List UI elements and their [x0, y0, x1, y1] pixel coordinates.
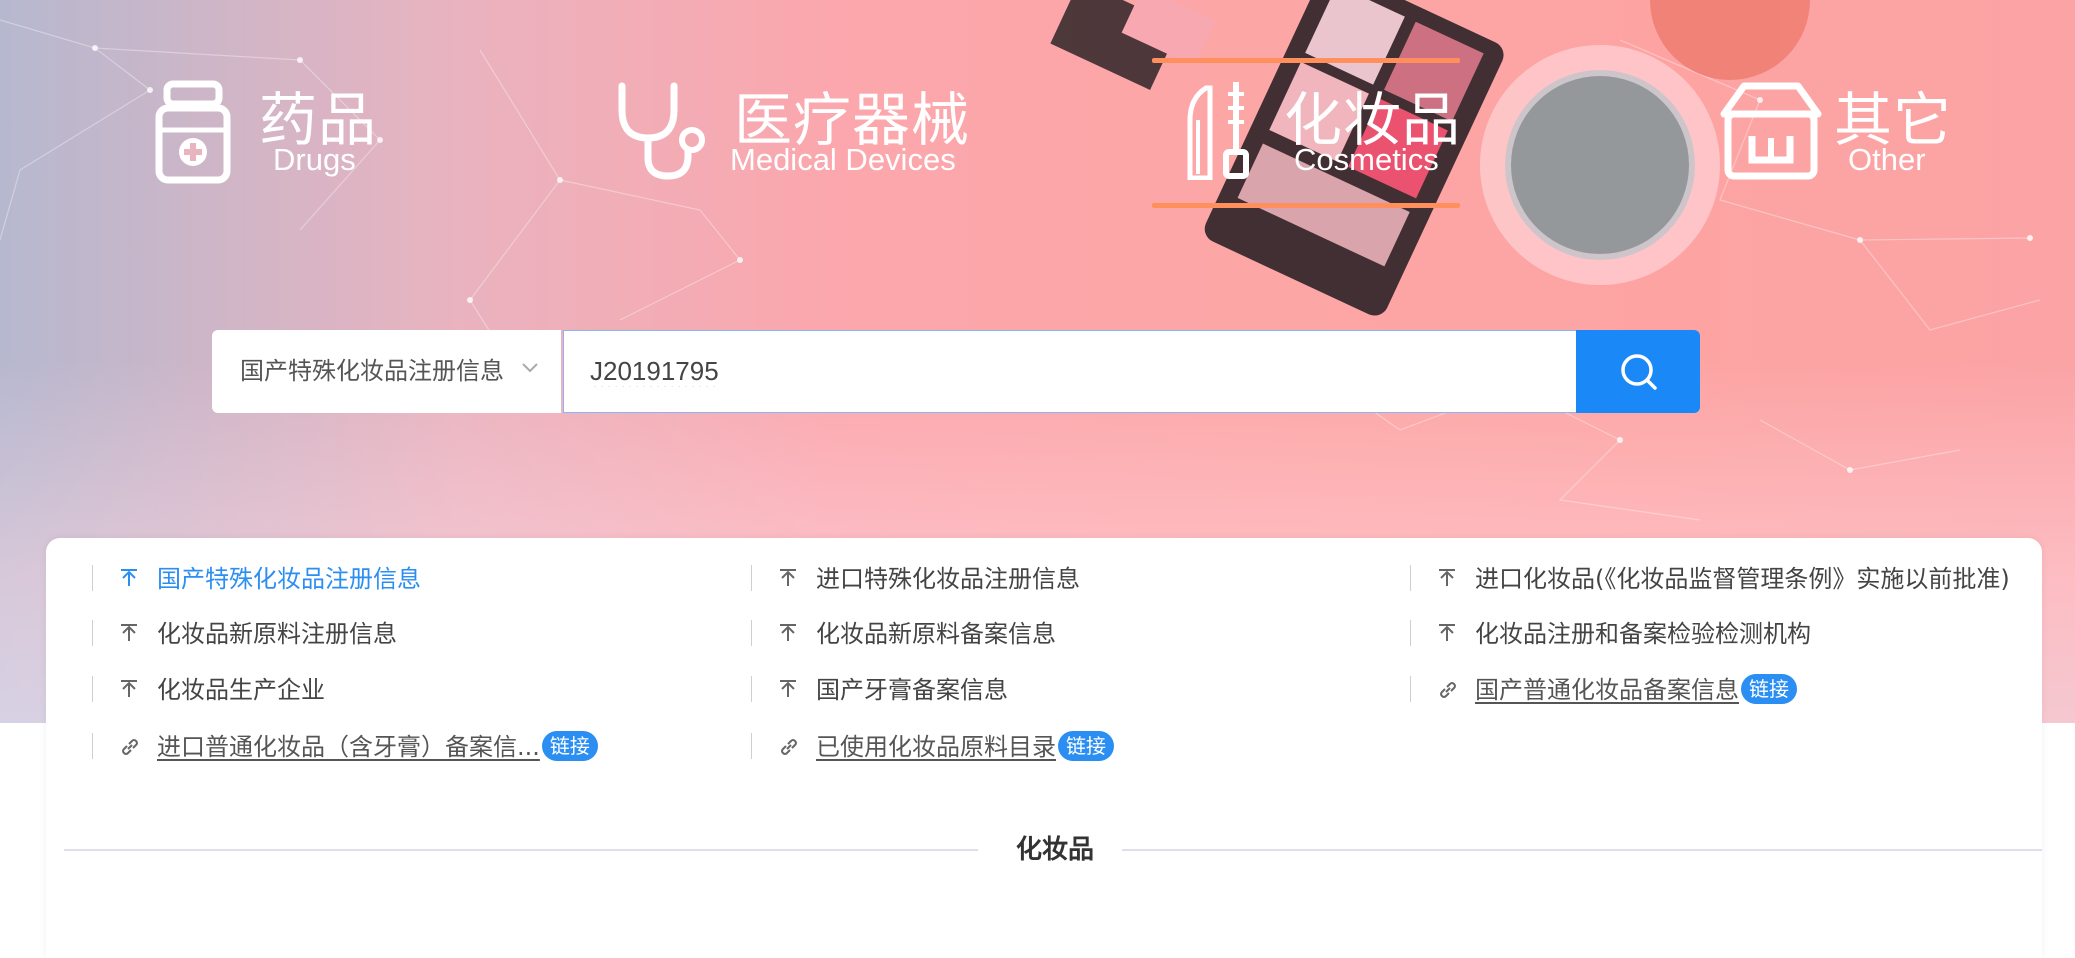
link-icon	[122, 739, 138, 755]
upload-icon	[780, 680, 796, 697]
search-scope-value: 国产特殊化妆品注册信息	[240, 357, 504, 385]
link-item[interactable]: 化妆品新原料注册信息	[92, 614, 732, 654]
item-separator	[751, 733, 752, 759]
item-separator	[92, 565, 93, 591]
upload-icon	[1439, 569, 1455, 586]
upload-icon	[121, 569, 137, 586]
link-label[interactable]: 化妆品注册和备案检验检测机构	[1475, 614, 1811, 654]
link-badge: 链接	[541, 731, 598, 761]
category-medical-devices[interactable]: 医疗器械 Medical Devices	[612, 60, 969, 200]
item-separator	[751, 565, 752, 591]
link-item[interactable]: 进口特殊化妆品注册信息	[751, 559, 1391, 599]
search-bar: 国产特殊化妆品注册信息	[212, 330, 1700, 413]
link-label[interactable]: 化妆品新原料注册信息	[157, 614, 397, 654]
link-item[interactable]: 已使用化妆品原料目录 链接	[751, 727, 1391, 767]
link-item[interactable]: 化妆品新原料备案信息	[751, 614, 1391, 654]
category-other[interactable]: 其它 Other	[1718, 60, 1968, 200]
upload-icon	[1439, 624, 1455, 641]
link-icon	[781, 739, 797, 755]
link-item[interactable]: 国产普通化妆品备案信息 链接	[1410, 670, 2050, 710]
link-item[interactable]: 化妆品生产企业	[92, 670, 732, 710]
item-separator	[92, 676, 93, 702]
link-item[interactable]: 国产牙膏备案信息	[751, 670, 1391, 710]
upload-icon	[780, 569, 796, 586]
link-label[interactable]: 国产普通化妆品备案信息 链接	[1475, 670, 1797, 710]
upload-icon	[780, 624, 796, 641]
link-item[interactable]: 进口普通化妆品（含牙膏）备案信... 链接	[92, 727, 732, 767]
chevron-down-icon	[522, 363, 538, 373]
item-separator	[751, 676, 752, 702]
section-divider-right	[1122, 849, 2042, 851]
link-label[interactable]: 已使用化妆品原料目录 链接	[816, 727, 1114, 767]
link-label[interactable]: 国产牙膏备案信息	[816, 670, 1008, 710]
upload-icon	[121, 624, 137, 641]
category-en-label: Medical Devices	[730, 142, 956, 177]
item-separator	[1410, 676, 1411, 702]
active-tab-bottom-line	[1152, 203, 1460, 208]
lipstick-icon	[1187, 82, 1249, 180]
search-button[interactable]	[1576, 330, 1700, 413]
section-divider-left	[64, 849, 978, 851]
link-label[interactable]: 进口普通化妆品（含牙膏）备案信... 链接	[157, 727, 598, 767]
category-cosmetics[interactable]: 化妆品 Cosmetics	[1180, 60, 1470, 200]
link-item[interactable]: 国产特殊化妆品注册信息	[92, 559, 732, 599]
upload-icon	[121, 680, 137, 697]
category-en-label: Drugs	[273, 142, 356, 177]
search-input-wrapper	[563, 330, 1577, 413]
link-badge: 链接	[1741, 674, 1797, 704]
link-icon	[1440, 682, 1456, 698]
category-drugs[interactable]: 药品 Drugs	[155, 60, 395, 200]
link-label[interactable]: 化妆品新原料备案信息	[816, 614, 1056, 654]
search-scope-select[interactable]: 国产特殊化妆品注册信息	[212, 330, 561, 413]
shop-icon	[1720, 82, 1822, 180]
item-separator	[92, 733, 93, 759]
item-separator	[92, 620, 93, 646]
category-en-label: Cosmetics	[1294, 142, 1439, 177]
search-input[interactable]	[564, 331, 1550, 412]
link-label[interactable]: 国产特殊化妆品注册信息	[157, 559, 421, 599]
link-item[interactable]: 化妆品注册和备案检验检测机构	[1410, 614, 2050, 654]
stethoscope-icon	[618, 82, 705, 180]
medicine-box-icon	[155, 80, 231, 184]
item-separator	[1410, 620, 1411, 646]
item-separator	[751, 620, 752, 646]
category-en-label: Other	[1848, 142, 1926, 177]
link-label[interactable]: 进口化妆品(《化妆品监督管理条例》实施以前批准)	[1475, 559, 2010, 599]
link-label[interactable]: 化妆品生产企业	[157, 670, 325, 710]
item-separator	[1410, 565, 1411, 591]
link-badge: 链接	[1058, 731, 1114, 761]
link-label[interactable]: 进口特殊化妆品注册信息	[816, 559, 1080, 599]
section-title: 化妆品	[1015, 835, 1094, 865]
search-icon	[1621, 354, 1657, 390]
link-item[interactable]: 进口化妆品(《化妆品监督管理条例》实施以前批准)	[1410, 559, 2050, 599]
